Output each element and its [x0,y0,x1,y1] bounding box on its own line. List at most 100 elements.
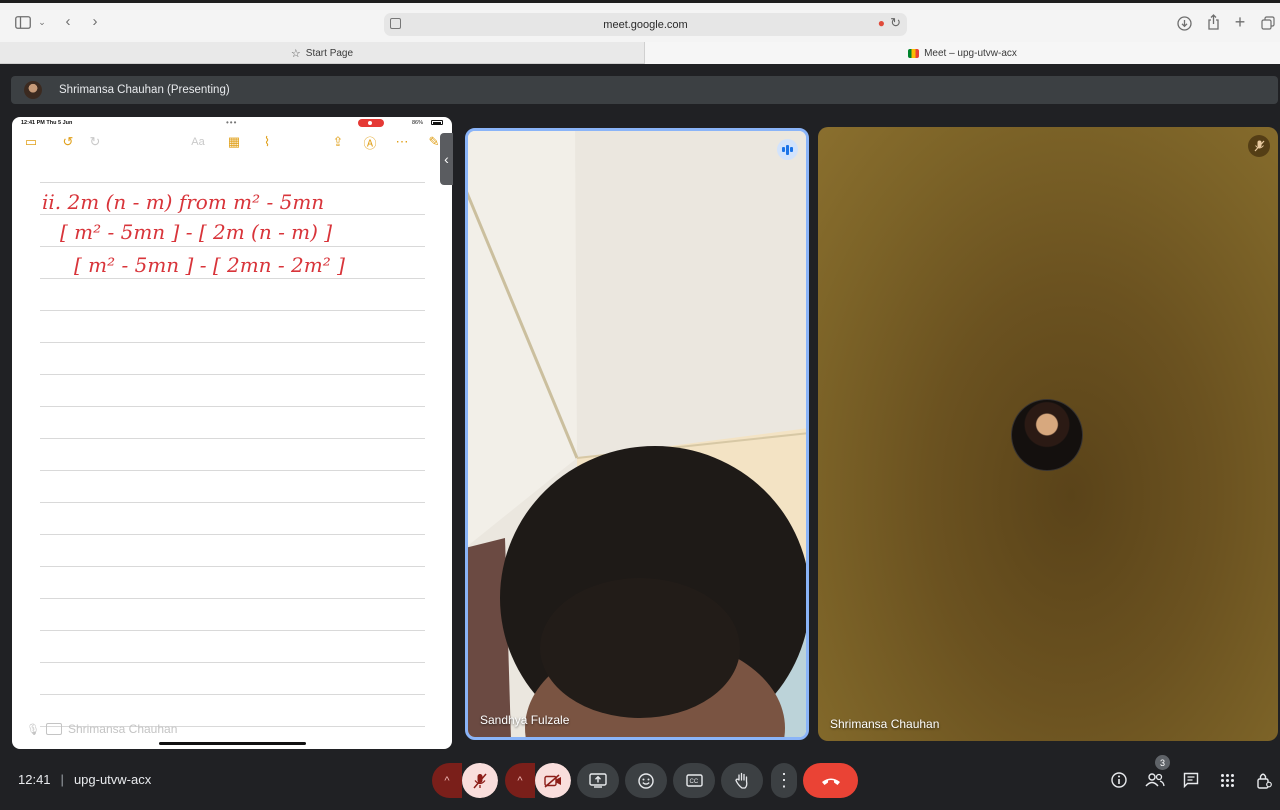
participant-name: Sandhya Fulzale [480,713,570,727]
camera-off-icon [544,773,561,788]
battery-icon [431,120,443,125]
mic-off-icon [473,773,487,788]
tab-start-page[interactable]: ☆ Start Page [0,42,645,64]
muted-mic-icon [1248,135,1270,157]
captions-button[interactable]: CC [673,763,715,798]
status-time: 12:41 PM Thu 5 Jun [21,120,73,126]
chevron-down-icon[interactable]: ⌄ [36,15,48,29]
back-icon[interactable]: ‹ [60,12,76,30]
page-settings-icon[interactable] [390,18,401,29]
ruled-line [40,214,425,215]
camera-control-group: ^ [505,763,571,798]
mic-icon: 🎙 [26,723,40,736]
activities-icon[interactable] [1216,769,1238,791]
tab-bar: ☆ Start Page Meet – upg-utvw-acx [0,42,1280,64]
present-screen-button[interactable] [577,763,619,798]
battery-level: 86% [412,120,424,126]
meeting-info-icon[interactable] [1108,769,1130,791]
speaking-indicator-icon [777,139,798,160]
tab-label: Meet – upg-utvw-acx [924,47,1017,59]
more-options-button[interactable]: ⋮ [771,763,797,798]
svg-text:CC: CC [689,779,698,785]
participant-avatar [1011,399,1083,471]
participant-tile-sandhya[interactable]: Sandhya Fulzale [465,128,809,740]
camera-toggle-button[interactable] [535,763,571,798]
ruled-line [40,374,425,375]
present-icon [589,773,607,788]
ruled-line [40,598,425,599]
video-options-button[interactable]: ^ [505,763,535,798]
participant-tile-shrimansa[interactable]: Shrimansa Chauhan [818,127,1278,741]
mic-toggle-button[interactable] [462,763,498,798]
raise-hand-button[interactable] [721,763,763,798]
microphone-in-use-icon[interactable]: ● [878,16,885,30]
ruled-line [40,246,425,247]
presenter-avatar [24,81,42,99]
presenter-label: Shrimansa Chauhan (Presenting) [59,84,230,96]
ruled-line [40,662,425,663]
handwritten-line-2: [ m² - 5mn ] - [ 2m (n - m) ] [60,220,333,244]
ruled-line [40,438,425,439]
audio-options-button[interactable]: ^ [432,763,462,798]
ruled-line [40,310,425,311]
screen-footer: 🎙 Shrimansa Chauhan [26,722,177,736]
presenting-bar: Shrimansa Chauhan (Presenting) [11,76,1278,104]
ruled-line [40,342,425,343]
screen-share-icon [45,723,62,735]
table-icon: ▦ [227,134,241,149]
attachment-icon: ⌇ [263,134,271,149]
handwritten-line-3: [ m² - 5mn ] - [ 2mn - 2m² ] [74,253,345,277]
emoji-icon [638,772,654,789]
leave-call-button[interactable] [803,763,858,798]
sidebar-toggle-icon[interactable] [14,13,32,31]
ruled-line [40,566,425,567]
multitasking-dots-icon: ••• [226,118,238,127]
ruled-line [40,630,425,631]
footer-name: Shrimansa Chauhan [67,722,178,736]
ruled-line [40,502,425,503]
ruled-line [40,406,425,407]
new-tab-icon[interactable]: + [1231,12,1249,32]
video-feed [468,131,806,737]
text-format-icon: Aa [191,136,205,148]
people-icon[interactable] [1144,769,1166,791]
more-icon: ⋯ [395,134,409,149]
shared-screen: 12:41 PM Thu 5 Jun ••• 86% ▭ ↺ ↻ Aa ▦ ⌇ … [12,117,452,749]
ruled-line [40,694,425,695]
tab-meet[interactable]: Meet – upg-utvw-acx [645,42,1280,64]
collapse-presentation-button[interactable]: ‹ [440,133,453,185]
chat-icon[interactable] [1180,769,1202,791]
reload-icon[interactable]: ↻ [890,15,901,31]
meeting-time: 12:41 [18,772,51,787]
handwritten-line-1: ii. 2m (n - m) from m² - 5mn [42,190,325,214]
downloads-icon[interactable] [1175,14,1193,32]
ruled-line [40,182,425,183]
star-icon: ☆ [290,47,301,60]
ruled-line [40,278,425,279]
meeting-controls-bar: 12:41 | upg-utvw-acx ^ ^ CC ⋮ [0,750,1280,810]
address-bar[interactable]: meet.google.com ● ↻ [384,13,907,36]
home-indicator [159,742,306,745]
meeting-details: 12:41 | upg-utvw-acx [18,772,151,787]
ruled-line [40,470,425,471]
screen-recording-icon [358,119,384,127]
captions-icon: CC [685,774,703,787]
mic-control-group: ^ [432,763,498,798]
redo-icon: ↻ [89,134,101,149]
separator: | [60,772,64,787]
forward-icon[interactable]: › [87,12,103,30]
participant-name: Shrimansa Chauhan [830,717,940,731]
markup-icon: Ⓐ [363,135,377,151]
tab-overview-icon[interactable] [1259,14,1277,32]
meeting-code: upg-utvw-acx [73,772,152,787]
undo-icon: ↺ [62,134,74,149]
ruled-line [40,534,425,535]
sidebar-icon: ▭ [24,134,38,149]
browser-toolbar: ⌄ ‹ › meet.google.com ● ↻ + [0,0,1280,42]
reactions-button[interactable] [625,763,667,798]
ipad-status-bar: 12:41 PM Thu 5 Jun ••• 86% [12,117,452,129]
share-icon[interactable] [1204,13,1222,31]
participant-count-badge: 3 [1155,755,1170,770]
host-controls-icon[interactable] [1253,769,1275,791]
share-icon: ⇪ [332,134,344,149]
